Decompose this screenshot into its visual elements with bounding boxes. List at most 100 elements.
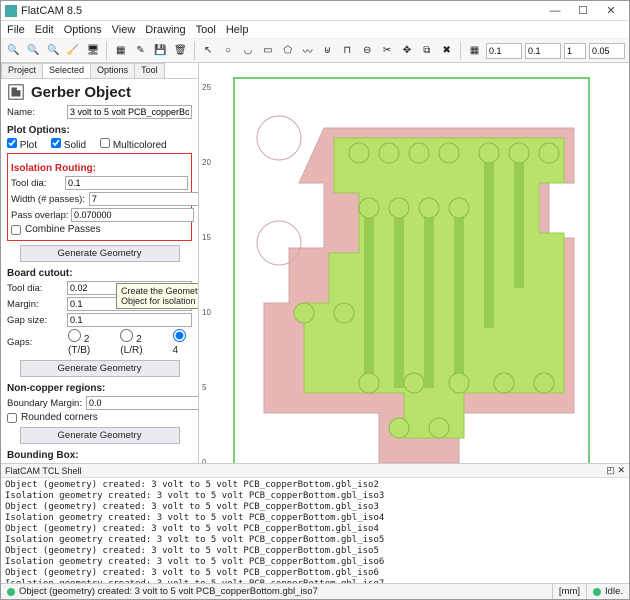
plot-canvas[interactable]: 25 20 15 10 5 0 0 5 10 15 20 25 bbox=[199, 63, 629, 463]
side-panel: Project Selected Options Tool Gerber Obj… bbox=[1, 63, 199, 463]
grid-icon[interactable]: ▦ bbox=[466, 42, 483, 60]
replot-icon[interactable]: 🖥 bbox=[85, 42, 102, 60]
gap-size-field[interactable] bbox=[67, 313, 192, 327]
zoom-in-icon[interactable]: 🔍 bbox=[45, 42, 62, 60]
rect-icon[interactable]: ▭ bbox=[259, 42, 276, 60]
z1-input[interactable] bbox=[564, 43, 586, 59]
app-icon bbox=[5, 5, 17, 17]
new-geo-icon[interactable]: ▦ bbox=[112, 42, 129, 60]
y-tick: 25 bbox=[202, 83, 211, 92]
y-tick: 10 bbox=[202, 308, 211, 317]
delete-icon[interactable]: 🗑 bbox=[172, 42, 189, 60]
cut-path-icon[interactable]: ✂ bbox=[379, 42, 396, 60]
intersect-icon[interactable]: ⊓ bbox=[339, 42, 356, 60]
grid-y-input[interactable] bbox=[525, 43, 561, 59]
isolation-routing-section: Isolation Routing: Tool dia: Width (# pa… bbox=[7, 153, 192, 241]
menubar: File Edit Options View Drawing Tool Help bbox=[1, 21, 629, 39]
menu-edit[interactable]: Edit bbox=[35, 24, 54, 36]
tcl-shell: FlatCAM TCL Shell ◰ ✕ Object (geometry) … bbox=[1, 463, 629, 583]
subtract-icon[interactable]: ⊖ bbox=[359, 42, 376, 60]
app-title: FlatCAM 8.5 bbox=[21, 5, 541, 17]
cutout-tool-dia-label: Tool dia: bbox=[7, 283, 63, 294]
tooltip: Create the Geometry Object for isolation… bbox=[116, 283, 198, 309]
status-dot-icon bbox=[7, 588, 15, 596]
width-passes-label: Width (# passes): bbox=[11, 194, 85, 205]
tab-options[interactable]: Options bbox=[90, 63, 135, 78]
separator bbox=[460, 42, 461, 60]
solid-checkbox[interactable]: Solid bbox=[51, 138, 86, 151]
zoom-fit-icon[interactable]: 🔍 bbox=[25, 42, 42, 60]
width-passes-field[interactable] bbox=[89, 192, 198, 206]
tool-dia-field[interactable] bbox=[65, 176, 188, 190]
path-icon[interactable]: 〰 bbox=[299, 42, 316, 60]
board-cutout-heading: Board cutout: bbox=[7, 268, 192, 279]
menu-file[interactable]: File bbox=[7, 24, 25, 36]
pass-overlap-label: Pass overlap: bbox=[11, 210, 67, 221]
status-idle: Idle. bbox=[605, 586, 623, 597]
plot-options-heading: Plot Options: bbox=[7, 125, 192, 136]
tab-project[interactable]: Project bbox=[1, 63, 43, 78]
save-geo-icon[interactable]: 💾 bbox=[152, 42, 169, 60]
generate-geometry-noncopper-button[interactable]: Generate Geometry bbox=[20, 427, 180, 444]
boundary-margin-field[interactable] bbox=[86, 396, 198, 410]
toolbar: 🔍 🔍 🔍 🧹 🖥 ▦ ✎ 💾 🗑 ↖ ○ ◡ ▭ ⬠ 〰 ⊎ ⊓ ⊖ ✂ ✥ … bbox=[1, 39, 629, 63]
pcb-render bbox=[209, 68, 609, 463]
circle-icon[interactable]: ○ bbox=[220, 42, 237, 60]
menu-options[interactable]: Options bbox=[64, 24, 102, 36]
gaps-4-radio[interactable]: 4 bbox=[173, 329, 192, 356]
move-icon[interactable]: ✥ bbox=[399, 42, 416, 60]
union-icon[interactable]: ⊎ bbox=[319, 42, 336, 60]
close-button[interactable]: ✕ bbox=[597, 4, 625, 17]
panel-heading: Gerber Object bbox=[31, 84, 131, 101]
name-label: Name: bbox=[7, 107, 63, 118]
console-output[interactable]: Object (geometry) created: 3 volt to 5 v… bbox=[1, 478, 629, 583]
console-close-icon[interactable]: ✕ bbox=[617, 465, 625, 475]
generate-geometry-iso-button[interactable]: Generate Geometry bbox=[20, 245, 180, 262]
maximize-button[interactable]: ☐ bbox=[569, 4, 597, 17]
rounded-corners-checkbox[interactable]: Rounded corners bbox=[7, 412, 192, 423]
pass-overlap-field[interactable] bbox=[71, 208, 194, 222]
grid-x-input[interactable] bbox=[486, 43, 522, 59]
minimize-button[interactable]: — bbox=[541, 5, 569, 17]
tool-dia-label: Tool dia: bbox=[11, 178, 61, 189]
panel-tabs: Project Selected Options Tool bbox=[1, 63, 198, 79]
y-tick: 20 bbox=[202, 158, 211, 167]
separator bbox=[106, 42, 107, 60]
y-tick: 15 bbox=[202, 233, 211, 242]
y-tick: 5 bbox=[202, 383, 206, 392]
bbox-heading: Bounding Box: bbox=[7, 450, 192, 461]
menu-view[interactable]: View bbox=[112, 24, 136, 36]
generate-geometry-cutout-button[interactable]: Generate Geometry bbox=[20, 360, 180, 377]
separator bbox=[194, 42, 195, 60]
plot-checkbox[interactable]: Plot bbox=[7, 138, 37, 151]
gap-size-label: Gap size: bbox=[7, 315, 63, 326]
del-icon[interactable]: ✖ bbox=[438, 42, 455, 60]
combine-passes-checkbox[interactable]: Combine Passes bbox=[11, 224, 188, 235]
tab-selected[interactable]: Selected bbox=[42, 63, 91, 78]
console-float-icon[interactable]: ◰ bbox=[606, 465, 615, 475]
tab-tool[interactable]: Tool bbox=[134, 63, 165, 78]
name-field[interactable] bbox=[67, 105, 192, 119]
copy-icon[interactable]: ⧉ bbox=[418, 42, 435, 60]
gaps-2tb-radio[interactable]: 2 (T/B) bbox=[68, 329, 110, 356]
menu-help[interactable]: Help bbox=[226, 24, 249, 36]
multicolored-checkbox[interactable]: Multicolored bbox=[100, 138, 167, 151]
boundary-margin-label: Boundary Margin: bbox=[7, 398, 82, 409]
status-message: Object (geometry) created: 3 volt to 5 v… bbox=[19, 586, 318, 597]
menu-drawing[interactable]: Drawing bbox=[145, 24, 185, 36]
titlebar: FlatCAM 8.5 — ☐ ✕ bbox=[1, 1, 629, 21]
z2-input[interactable] bbox=[589, 43, 625, 59]
clear-plot-icon[interactable]: 🧹 bbox=[65, 42, 82, 60]
arrow-icon[interactable]: ↖ bbox=[200, 42, 217, 60]
poly-icon[interactable]: ⬠ bbox=[279, 42, 296, 60]
menu-tool[interactable]: Tool bbox=[196, 24, 216, 36]
edit-geo-icon[interactable]: ✎ bbox=[132, 42, 149, 60]
gaps-label: Gaps: bbox=[7, 337, 58, 348]
zoom-out-icon[interactable]: 🔍 bbox=[5, 42, 22, 60]
gaps-2lr-radio[interactable]: 2 (L/R) bbox=[120, 329, 162, 356]
console-title: FlatCAM TCL Shell bbox=[5, 466, 82, 476]
margin-label: Margin: bbox=[7, 299, 63, 310]
arc-icon[interactable]: ◡ bbox=[240, 42, 257, 60]
isolation-heading: Isolation Routing: bbox=[11, 163, 188, 174]
noncopper-heading: Non-copper regions: bbox=[7, 383, 192, 394]
